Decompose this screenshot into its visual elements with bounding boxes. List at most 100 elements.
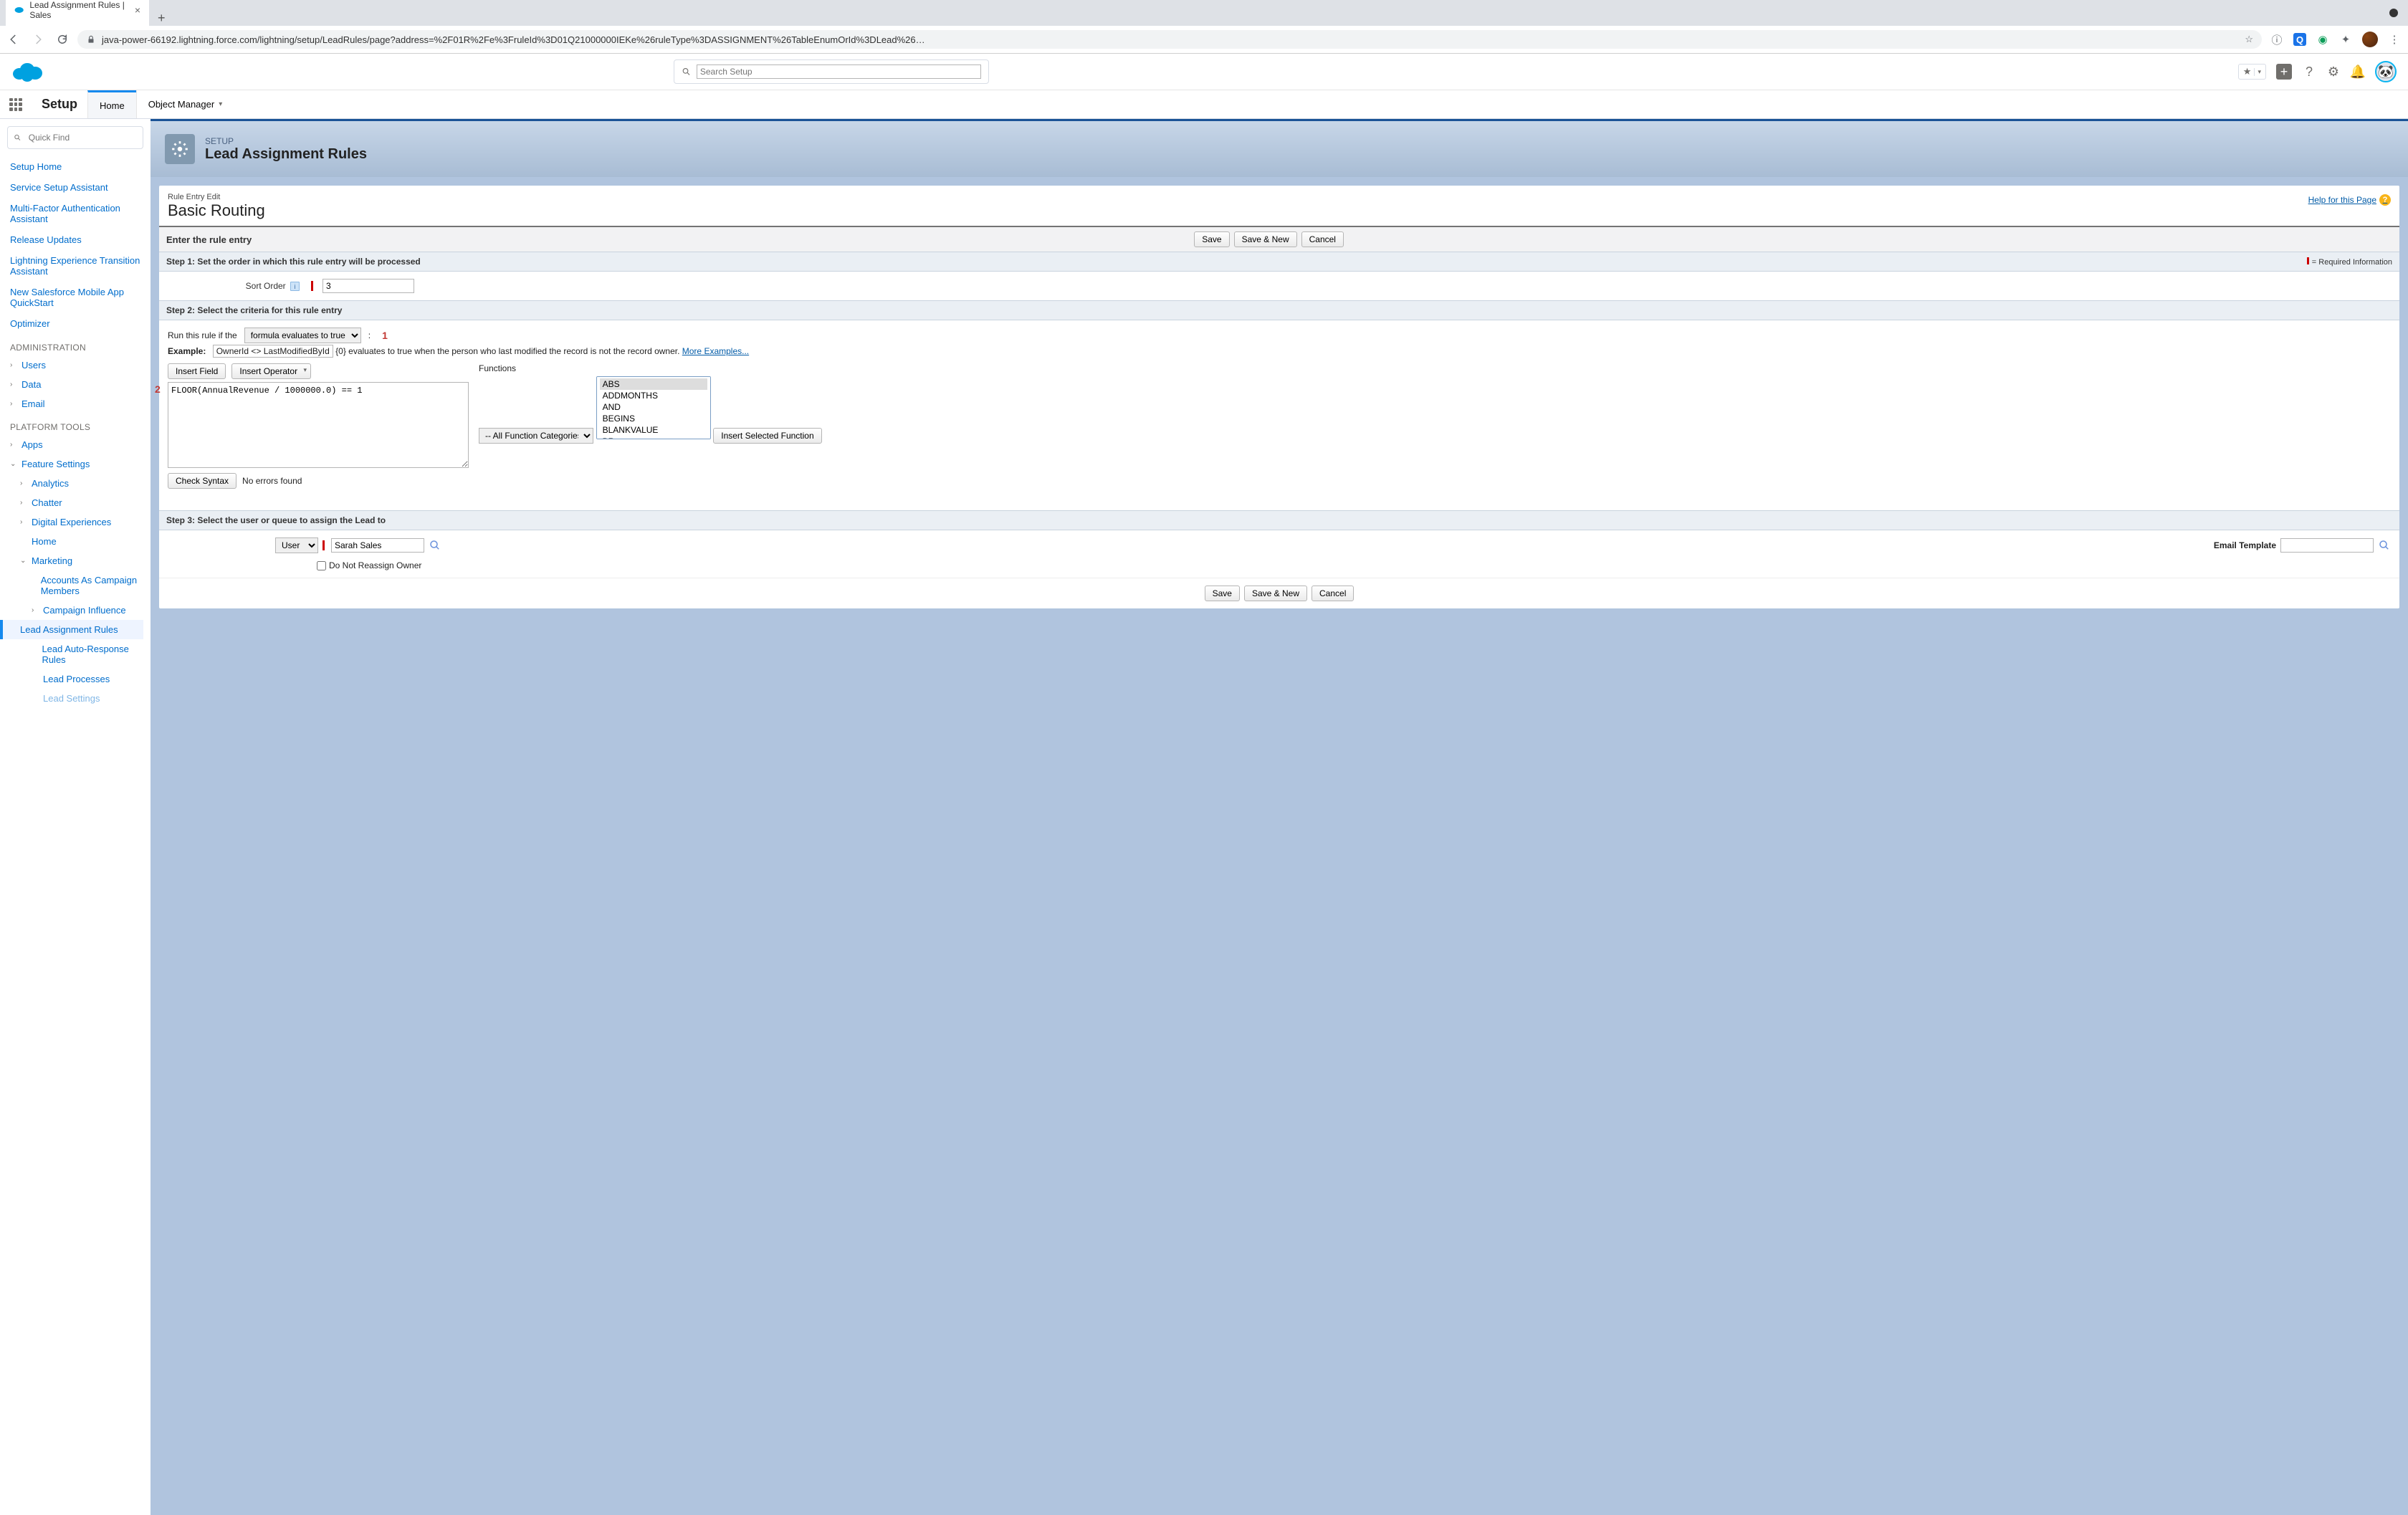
nav-service-setup[interactable]: Service Setup Assistant xyxy=(7,177,143,198)
chrome-menu-icon[interactable]: ⋮ xyxy=(2388,33,2401,46)
save-button-footer[interactable]: Save xyxy=(1205,586,1240,601)
example-box: OwnerId <> LastModifiedById xyxy=(213,345,333,358)
info-icon[interactable]: i xyxy=(290,282,300,291)
quick-find-input[interactable] xyxy=(26,131,137,144)
insert-operator-button[interactable]: Insert Operator xyxy=(231,363,311,379)
check-syntax-button[interactable]: Check Syntax xyxy=(168,473,236,489)
sort-order-input[interactable] xyxy=(322,279,414,293)
insert-field-button[interactable]: Insert Field xyxy=(168,363,226,379)
nav-setup-home[interactable]: Setup Home xyxy=(7,156,143,177)
close-tab-icon[interactable]: × xyxy=(135,4,140,16)
extension-icon-1[interactable]: Q xyxy=(2293,33,2306,46)
nav-marketing[interactable]: ⌄Marketing xyxy=(7,551,143,570)
header-eyebrow: SETUP xyxy=(205,136,367,146)
back-icon[interactable] xyxy=(7,33,20,46)
setup-gear-icon[interactable]: ⚙ xyxy=(2326,64,2341,79)
sf-global-header: ★▾ + ? ⚙ 🔔 🐼 xyxy=(0,54,2408,90)
assignee-controls: User xyxy=(275,537,441,553)
favorites-dropdown[interactable]: ★▾ xyxy=(2238,64,2266,80)
functions-column: Functions -- All Function Categories -- … xyxy=(479,363,822,444)
save-new-button-footer[interactable]: Save & New xyxy=(1244,586,1307,601)
user-avatar[interactable]: 🐼 xyxy=(2375,61,2397,82)
address-bar: java-power-66192.lightning.force.com/lig… xyxy=(0,26,2408,54)
browser-chrome: Lead Assignment Rules | Sales × + java-p… xyxy=(0,0,2408,54)
lock-icon xyxy=(86,34,96,44)
tab-object-manager[interactable]: Object Manager▾ xyxy=(136,90,234,118)
tab-home[interactable]: Home xyxy=(87,90,136,118)
new-tab-button[interactable]: + xyxy=(149,11,174,26)
nav-analytics[interactable]: ›Analytics xyxy=(7,474,143,493)
help-link[interactable]: Help for this Page ? xyxy=(2308,194,2391,206)
nav-lead-processes[interactable]: ›Lead Processes xyxy=(7,669,143,689)
formula-textarea[interactable]: FLOOR(AnnualRevenue / 1000000.0) == 1 xyxy=(168,382,469,468)
assignee-input[interactable] xyxy=(331,538,424,553)
nav-email[interactable]: ›Email xyxy=(7,394,143,414)
info-icon[interactable]: ⓘ xyxy=(2270,33,2283,46)
nav-lex-transition[interactable]: Lightning Experience Transition Assistan… xyxy=(7,250,143,282)
more-examples-link[interactable]: More Examples... xyxy=(682,346,749,356)
nav-release-updates[interactable]: Release Updates xyxy=(7,229,143,250)
tab-strip: Lead Assignment Rules | Sales × + xyxy=(0,0,2408,26)
nav-accounts-campaign[interactable]: ›Accounts As Campaign Members xyxy=(7,570,143,601)
save-button[interactable]: Save xyxy=(1194,231,1229,247)
cancel-button-footer[interactable]: Cancel xyxy=(1312,586,1354,601)
function-list[interactable]: ABS ADDMONTHS AND BEGINS BLANKVALUE BR xyxy=(596,376,711,439)
save-new-button[interactable]: Save & New xyxy=(1234,231,1297,247)
app-launcher[interactable] xyxy=(0,90,32,118)
header-actions: ★▾ + ? ⚙ 🔔 🐼 xyxy=(2238,61,2397,82)
insert-function-button[interactable]: Insert Selected Function xyxy=(713,428,821,444)
salesforce-logo[interactable] xyxy=(11,61,43,82)
url-field[interactable]: java-power-66192.lightning.force.com/lig… xyxy=(77,30,2262,49)
help-badge-icon: ? xyxy=(2379,194,2391,206)
nav-chatter[interactable]: ›Chatter xyxy=(7,493,143,512)
nav-data[interactable]: ›Data xyxy=(7,375,143,394)
mini-title: Rule Entry Edit xyxy=(168,193,2391,201)
profile-avatar[interactable] xyxy=(2362,32,2378,47)
nav-optimizer[interactable]: Optimizer xyxy=(7,313,143,334)
forward-icon[interactable] xyxy=(32,33,44,46)
nav-lead-settings[interactable]: ›Lead Settings xyxy=(7,689,143,708)
extension-icon-2[interactable]: ◉ xyxy=(2316,33,2329,46)
nav-apps[interactable]: ›Apps xyxy=(7,435,143,454)
nav-lead-assignment-rules[interactable]: ›Lead Assignment Rules xyxy=(0,620,143,639)
help-icon[interactable]: ? xyxy=(2302,64,2316,79)
nav-mobile-quickstart[interactable]: New Salesforce Mobile App QuickStart xyxy=(7,282,143,313)
nav-feature-settings[interactable]: ⌄Feature Settings xyxy=(7,454,143,474)
star-icon[interactable]: ☆ xyxy=(2245,34,2253,45)
waffle-icon xyxy=(9,98,22,111)
nav-mfa[interactable]: Multi-Factor Authentication Assistant xyxy=(7,198,143,229)
section-platform: PLATFORM TOOLS xyxy=(7,414,143,435)
lookup-icon[interactable] xyxy=(2378,539,2391,552)
formula-area: Insert Field Insert Operator FLOOR(Annua… xyxy=(159,363,2399,496)
nav-lead-auto-response[interactable]: ›Lead Auto-Response Rules xyxy=(7,639,143,669)
nav-campaign-influence[interactable]: ›Campaign Influence xyxy=(7,601,143,620)
extensions-puzzle-icon[interactable]: ✦ xyxy=(2339,33,2352,46)
nav-icons xyxy=(7,33,69,46)
nav-digital-exp[interactable]: ›Digital Experiences xyxy=(7,512,143,532)
assign-type-select[interactable]: User xyxy=(275,537,318,553)
email-template-input[interactable] xyxy=(2280,538,2374,553)
quick-find[interactable] xyxy=(7,126,143,149)
nav-users[interactable]: ›Users xyxy=(7,355,143,375)
search-input[interactable] xyxy=(697,64,981,79)
page-title: Lead Assignment Rules xyxy=(205,146,367,163)
global-add-icon[interactable]: + xyxy=(2276,64,2292,80)
notifications-bell-icon[interactable]: 🔔 xyxy=(2351,64,2365,79)
reload-icon[interactable] xyxy=(56,33,69,46)
nav-home[interactable]: ›Home xyxy=(7,532,143,551)
cancel-button[interactable]: Cancel xyxy=(1301,231,1344,247)
section-enter-rule: Enter the rule entry Save Save & New Can… xyxy=(159,226,2399,252)
extension-icons: ⓘ Q ◉ ✦ ⋮ xyxy=(2270,32,2401,47)
global-search[interactable] xyxy=(674,59,989,84)
context-bar: Setup Home Object Manager▾ xyxy=(0,90,2408,119)
workspace: Setup Home Service Setup Assistant Multi… xyxy=(0,119,2408,1515)
chevron-down-icon: ▾ xyxy=(219,100,222,108)
lookup-icon[interactable] xyxy=(429,539,441,552)
browser-tab[interactable]: Lead Assignment Rules | Sales × xyxy=(6,0,149,26)
do-not-reassign-checkbox[interactable] xyxy=(317,561,326,570)
syntax-row: Check Syntax No errors found xyxy=(168,473,469,489)
incognito-indicator xyxy=(2389,9,2398,17)
criteria-select[interactable]: formula evaluates to true xyxy=(244,328,361,343)
function-category-select[interactable]: -- All Function Categories -- xyxy=(479,428,593,444)
syntax-result: No errors found xyxy=(242,476,302,486)
